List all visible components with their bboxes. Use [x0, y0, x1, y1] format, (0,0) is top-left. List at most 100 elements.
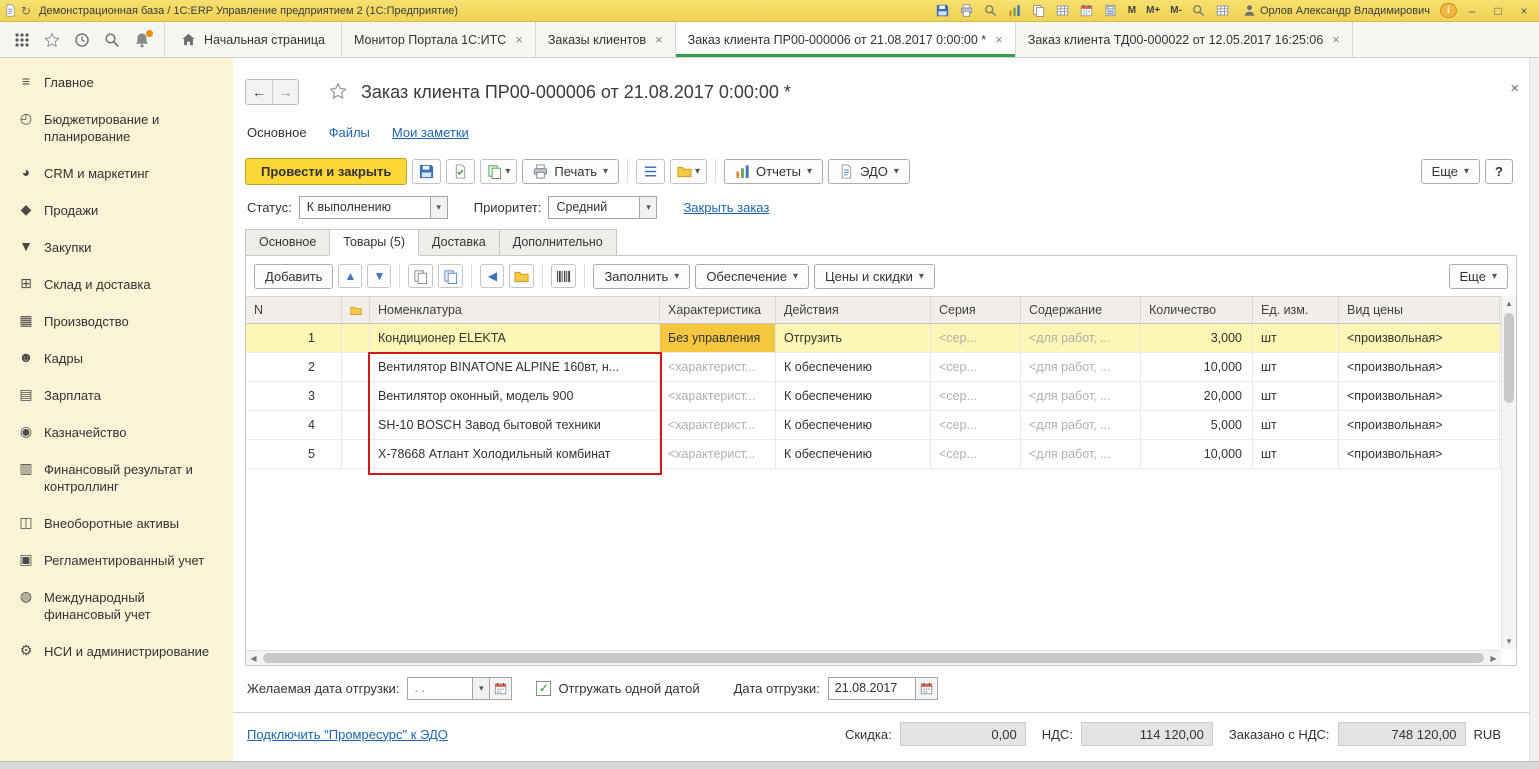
titlebar-table-button[interactable]	[1053, 2, 1073, 20]
cell-unit[interactable]: шт	[1253, 324, 1339, 352]
vertical-scroll-thumb[interactable]	[1504, 313, 1514, 403]
cell-series[interactable]: <сер...	[931, 382, 1021, 410]
ship-date-calendar-button[interactable]	[916, 677, 938, 700]
attached-files-button[interactable]: ▾	[670, 159, 707, 184]
cell-nomenclature[interactable]: Вентилятор BINATONE ALPINE 160вт, н...	[370, 353, 660, 381]
titlebar-calendar-button[interactable]	[1077, 2, 1097, 20]
cell-unit[interactable]: шт	[1253, 382, 1339, 410]
tab-close-icon[interactable]: ×	[1332, 32, 1340, 47]
cell-content[interactable]: <для работ, ...	[1021, 411, 1141, 439]
home-tab[interactable]: Начальная страница	[164, 22, 341, 57]
fill-button[interactable]: Заполнить▾	[593, 264, 690, 289]
priority-dropdown-button[interactable]: ▾	[640, 196, 657, 219]
move-to-document-button[interactable]: ◀	[480, 264, 504, 288]
maximize-button[interactable]: □	[1487, 2, 1509, 20]
sidebar-item[interactable]: ◍ Международный финансовый учет	[0, 579, 233, 633]
post-document-button[interactable]	[446, 159, 475, 184]
cell-series[interactable]: <сер...	[931, 411, 1021, 439]
nav-link-files[interactable]: Файлы	[329, 125, 370, 140]
supply-button[interactable]: Обеспечение▾	[695, 264, 809, 289]
cell-nomenclature[interactable]: Кондиционер ELEKTA	[370, 324, 660, 352]
sidebar-item[interactable]: ☻ Кадры	[0, 340, 233, 377]
cell-action[interactable]: К обеспечению	[776, 382, 931, 410]
cell-action[interactable]: Отгрузить	[776, 324, 931, 352]
cell-characteristic[interactable]: <характерист...	[660, 353, 776, 381]
forward-button[interactable]: →	[272, 80, 298, 104]
create-based-on-button[interactable]: ▾	[480, 159, 517, 184]
cell-price-kind[interactable]: <произвольная>	[1339, 440, 1500, 468]
titlebar-split-panel-button[interactable]	[1213, 2, 1233, 20]
document-tab[interactable]: Товары (5)	[329, 229, 419, 256]
priority-input[interactable]	[548, 196, 640, 219]
notifications-button[interactable]	[134, 32, 150, 48]
sidebar-item[interactable]: ◕ CRM и маркетинг	[0, 155, 233, 192]
cell-nomenclature[interactable]: SH-10 BOSCH Завод бытовой техники	[370, 411, 660, 439]
memory-button[interactable]: M	[1125, 2, 1139, 20]
document-structure-button[interactable]	[636, 159, 665, 184]
vertical-scrollbar[interactable]: ▲ ▼	[1501, 296, 1516, 649]
favorite-star-button[interactable]	[329, 82, 347, 103]
barcode-button[interactable]	[551, 264, 576, 288]
memory-plus-button[interactable]: M+	[1143, 2, 1163, 20]
titlebar-zoom-button[interactable]	[1189, 2, 1209, 20]
titlebar-copy-button[interactable]	[1029, 2, 1049, 20]
table-row[interactable]: 5 X-78668 Атлант Холодильный комбинат <х…	[246, 440, 1516, 469]
add-row-button[interactable]: Добавить	[254, 264, 333, 289]
nav-link-notes[interactable]: Мои заметки	[392, 125, 469, 140]
page-tab[interactable]: Заказ клиента ПР00-000006 от 21.08.2017 …	[675, 22, 1015, 57]
ship-date-input[interactable]	[828, 677, 916, 700]
page-tab[interactable]: Заказы клиентов ×	[535, 22, 675, 57]
cell-content[interactable]: <для работ, ...	[1021, 324, 1141, 352]
close-form-button[interactable]: ×	[1510, 80, 1519, 97]
table-row[interactable]: 2 Вентилятор BINATONE ALPINE 160вт, н...…	[246, 353, 1516, 382]
cell-content[interactable]: <для работ, ...	[1021, 353, 1141, 381]
cell-characteristic[interactable]: <характерист...	[660, 411, 776, 439]
close-order-link[interactable]: Закрыть заказ	[683, 200, 769, 215]
sidebar-item[interactable]: ◆ Продажи	[0, 192, 233, 229]
cell-quantity[interactable]: 5,000	[1141, 411, 1253, 439]
back-button[interactable]: ←	[246, 80, 272, 104]
cell-content[interactable]: <для работ, ...	[1021, 382, 1141, 410]
titlebar-calculator-button[interactable]	[1101, 2, 1121, 20]
cell-action[interactable]: К обеспечению	[776, 411, 931, 439]
horizontal-scrollbar[interactable]: ◀ ▶	[246, 650, 1501, 665]
cell-price-kind[interactable]: <произвольная>	[1339, 411, 1500, 439]
page-tab[interactable]: Монитор Портала 1С:ИТС ×	[341, 22, 535, 57]
print-button[interactable]: Печать▾	[522, 159, 619, 184]
cell-quantity[interactable]: 20,000	[1141, 382, 1253, 410]
cell-characteristic[interactable]: <характерист...	[660, 440, 776, 468]
sidebar-item[interactable]: ⊞ Склад и доставка	[0, 266, 233, 303]
cell-series[interactable]: <сер...	[931, 324, 1021, 352]
cell-action[interactable]: К обеспечению	[776, 353, 931, 381]
sidebar-item[interactable]: ◴ Бюджетирование и планирование	[0, 101, 233, 155]
edo-button[interactable]: ЭДО▾	[828, 159, 910, 184]
document-tab[interactable]: Дополнительно	[499, 229, 617, 256]
cell-price-kind[interactable]: <произвольная>	[1339, 324, 1500, 352]
sidebar-item[interactable]: ▥ Финансовый результат и контроллинг	[0, 451, 233, 505]
reports-button[interactable]: Отчеты▾	[724, 159, 823, 184]
prices-discounts-button[interactable]: Цены и скидки▾	[814, 264, 935, 289]
cell-action[interactable]: К обеспечению	[776, 440, 931, 468]
cell-unit[interactable]: шт	[1253, 353, 1339, 381]
save-button[interactable]	[412, 159, 441, 184]
info-button[interactable]: i	[1440, 3, 1457, 18]
sidebar-item[interactable]: ◉ Казначейство	[0, 414, 233, 451]
nav-link-main[interactable]: Основное	[247, 125, 307, 140]
post-and-close-button[interactable]: Провести и закрыть	[245, 158, 407, 185]
minimize-button[interactable]: –	[1461, 2, 1483, 20]
global-search-button[interactable]	[104, 32, 120, 48]
titlebar-search-button[interactable]	[981, 2, 1001, 20]
memory-minus-button[interactable]: M-	[1167, 2, 1185, 20]
table-row[interactable]: 1 Кондиционер ELEKTA Без управления Отгр…	[246, 324, 1516, 353]
single-date-checkbox[interactable]: ✓	[536, 681, 551, 696]
cell-characteristic[interactable]: Без управления	[660, 324, 776, 352]
grid-more-button[interactable]: Еще▾	[1449, 264, 1508, 289]
move-row-up-button[interactable]: ▲	[338, 264, 362, 288]
desired-date-dropdown-button[interactable]: ▾	[473, 677, 490, 700]
table-row[interactable]: 3 Вентилятор оконный, модель 900 <характ…	[246, 382, 1516, 411]
cell-series[interactable]: <сер...	[931, 353, 1021, 381]
cell-unit[interactable]: шт	[1253, 411, 1339, 439]
cell-series[interactable]: <сер...	[931, 440, 1021, 468]
status-dropdown-button[interactable]: ▾	[431, 196, 448, 219]
move-row-down-button[interactable]: ▼	[367, 264, 391, 288]
